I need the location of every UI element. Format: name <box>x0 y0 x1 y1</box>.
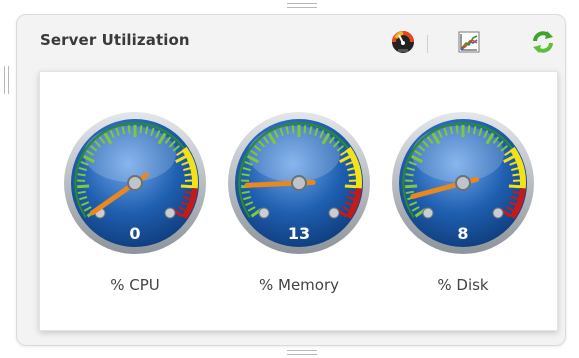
gauge-tick <box>139 125 143 134</box>
gauge-gloss <box>84 126 176 182</box>
gauge-tick <box>77 184 90 189</box>
gauge-bolt <box>422 207 434 219</box>
page: Server Utilization 0 % CPU 13 % Memory 8… <box>0 0 579 358</box>
gauge-label: % CPU <box>110 276 160 294</box>
gauge-tick <box>405 190 414 195</box>
gauge-tick <box>241 173 250 177</box>
refresh-icon[interactable] <box>529 28 557 56</box>
gauge-tick <box>77 190 86 195</box>
gauge-tick <box>348 173 357 177</box>
gauge-tick <box>127 125 131 134</box>
gauge-tick <box>184 173 193 177</box>
gauge-gloss <box>248 126 340 182</box>
gauge-hub <box>455 175 471 191</box>
gauge-tick <box>512 190 521 195</box>
widget-title: Server Utilization <box>40 31 190 49</box>
gauge-memory-dial: 13 <box>228 112 370 254</box>
gauge-hub <box>127 175 143 191</box>
gauges-panel: 0 % CPU 13 % Memory 8 % Disk <box>39 71 558 331</box>
gauge-hub <box>291 175 307 191</box>
gauge-tick <box>508 184 521 189</box>
gauge-tick <box>303 125 307 134</box>
gauge-tick <box>180 184 193 189</box>
gauge-cpu-dial: 0 <box>64 112 206 254</box>
gauge-tick <box>344 184 357 189</box>
gauge-tick <box>467 125 471 134</box>
gauge-tick <box>291 125 295 134</box>
gauge-bolt <box>258 207 270 219</box>
gauge-disk-dial: 8 <box>392 112 534 254</box>
gauge-disk: 8 % Disk <box>388 108 538 298</box>
gauge-bolt <box>328 207 340 219</box>
gauge-tick <box>184 190 193 195</box>
gauge-label: % Disk <box>437 276 489 294</box>
gauge-tick <box>512 173 521 177</box>
gauge-bolt <box>164 207 176 219</box>
gauge-tick <box>241 190 250 195</box>
server-utilization-widget: Server Utilization 0 % CPU 13 % Memory 8… <box>16 14 566 346</box>
line-chart-icon[interactable] <box>455 28 483 56</box>
gauge-value: 13 <box>288 224 310 243</box>
gauge-cpu: 0 % CPU <box>60 108 210 298</box>
bottom-resize-grip[interactable] <box>287 350 317 355</box>
gauge-tick <box>405 173 414 177</box>
gauge-tick <box>348 190 357 195</box>
gauge-tick <box>455 125 459 134</box>
gauge-value: 8 <box>457 224 468 243</box>
speedometer-icon[interactable] <box>389 28 417 56</box>
toolbar-separator <box>427 35 428 53</box>
gauge-gloss <box>412 126 504 182</box>
gauge-label: % Memory <box>258 276 340 294</box>
gauge-bolt <box>492 207 504 219</box>
gauge-memory: 13 % Memory <box>224 108 374 298</box>
gauge-value: 0 <box>129 224 140 243</box>
gauge-tick <box>77 173 86 177</box>
top-resize-grip[interactable] <box>287 3 317 8</box>
gauge-tick <box>405 184 418 189</box>
left-resize-grip[interactable] <box>4 66 9 94</box>
